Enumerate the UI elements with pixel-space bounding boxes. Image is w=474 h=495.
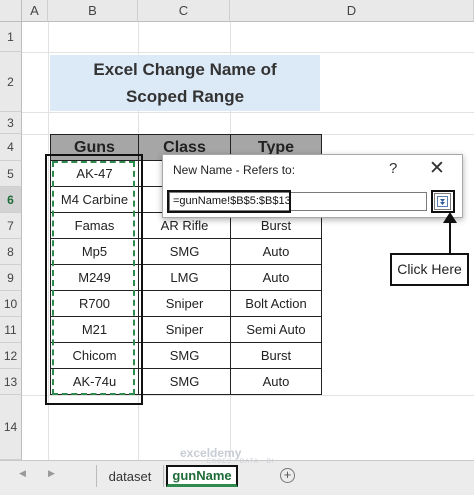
row-header[interactable]: 8 <box>0 239 22 265</box>
row-header[interactable]: 9 <box>0 265 22 291</box>
cell-class[interactable]: SMG <box>138 238 231 265</box>
close-button[interactable]: ✕ <box>429 157 445 180</box>
grid-line <box>22 112 474 113</box>
row-header[interactable]: 12 <box>0 343 22 369</box>
row-header[interactable]: 5 <box>0 161 22 187</box>
new-name-refers-to-dialog: New Name - Refers to: ? ✕ =gunName!$B$5:… <box>162 154 463 218</box>
cell-type[interactable]: Burst <box>230 342 322 369</box>
cell-type[interactable]: Auto <box>230 238 322 265</box>
row-header[interactable]: 14 <box>0 395 22 460</box>
next-sheet-icon[interactable]: ▶ <box>48 468 55 479</box>
row-header[interactable]: 13 <box>0 369 22 395</box>
row-header[interactable]: 3 <box>0 112 22 134</box>
prev-sheet-icon[interactable]: ◀ <box>19 468 26 479</box>
column-header-a[interactable]: A <box>22 0 48 22</box>
row-header[interactable]: 4 <box>0 134 22 161</box>
sheet-title: Excel Change Name of Scoped Range <box>50 55 320 111</box>
watermark-tagline: EXCEL · DATA · BI <box>207 459 275 465</box>
row-header[interactable]: 10 <box>0 291 22 317</box>
add-sheet-icon[interactable]: + <box>280 468 295 483</box>
sheet-tab-bar: ◀ ▶ dataset gunName + <box>0 460 474 495</box>
callout-arrow-head-icon <box>443 212 457 223</box>
cell-class[interactable]: Sniper <box>138 316 231 343</box>
cell-type[interactable]: Semi Auto <box>230 316 322 343</box>
highlight-outline-input <box>167 190 291 213</box>
row-header[interactable]: 2 <box>0 52 22 112</box>
cell-class[interactable]: SMG <box>138 368 231 395</box>
highlight-outline-button <box>431 190 455 213</box>
cell-class[interactable]: LMG <box>138 264 231 291</box>
grid-line <box>22 52 474 53</box>
column-header-b[interactable]: B <box>48 0 138 22</box>
sheet-tab-gunname[interactable]: gunName <box>166 465 238 487</box>
sheet-title-line2: Scoped Range <box>125 87 245 106</box>
sheet-tab-dataset[interactable]: dataset <box>96 465 164 487</box>
row-header-active[interactable]: 6 <box>0 187 22 213</box>
dialog-title: New Name - Refers to: <box>173 163 296 177</box>
watermark-logo: exceldemy <box>180 446 242 460</box>
select-all-corner[interactable] <box>0 0 22 22</box>
column-header-d[interactable]: D <box>230 0 474 22</box>
cell-type[interactable]: Auto <box>230 264 322 291</box>
cell-class[interactable]: Sniper <box>138 290 231 317</box>
cell-class[interactable]: SMG <box>138 342 231 369</box>
row-header[interactable]: 7 <box>0 213 22 239</box>
click-here-callout: Click Here <box>390 253 469 286</box>
sheet-title-line1: Excel Change Name of <box>93 60 277 79</box>
help-button[interactable]: ? <box>389 160 397 177</box>
cell-type[interactable]: Bolt Action <box>230 290 322 317</box>
column-header-c[interactable]: C <box>138 0 230 22</box>
cell-type[interactable]: Auto <box>230 368 322 395</box>
row-header[interactable]: 1 <box>0 22 22 52</box>
highlight-outline-range <box>45 154 143 405</box>
row-header[interactable]: 11 <box>0 317 22 343</box>
